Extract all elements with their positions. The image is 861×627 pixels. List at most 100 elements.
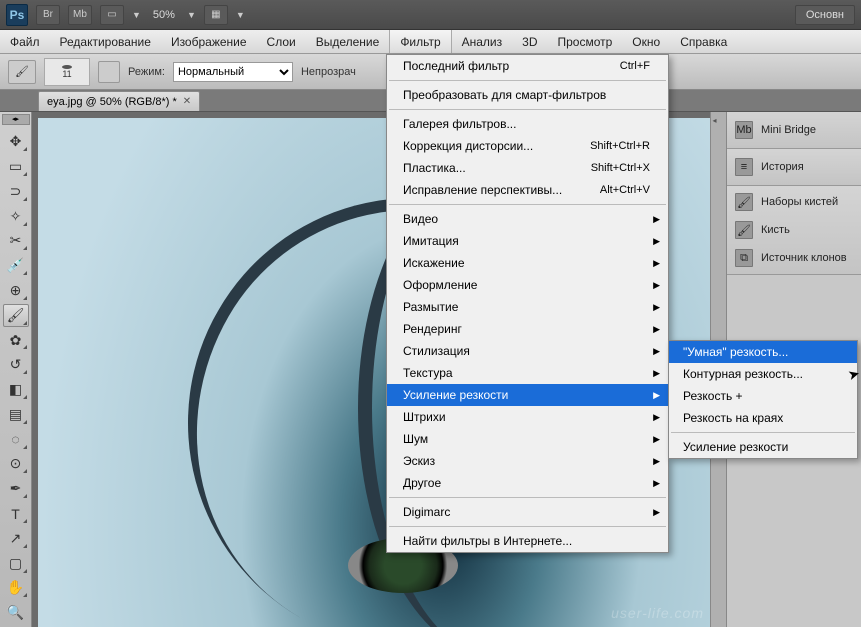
menu-lens-correction[interactable]: Коррекция дисторсии... Shift+Ctrl+R [387, 135, 668, 157]
shape-tool[interactable]: ▢ [3, 552, 29, 575]
eyedropper-tool[interactable]: 💉 [3, 254, 29, 277]
menu-filter-gallery[interactable]: Галерея фильтров... [387, 113, 668, 135]
wand-tool[interactable]: ✧ [3, 205, 29, 228]
blur-tool[interactable]: ◌ [3, 428, 29, 451]
submenu-sharpen-more[interactable]: Резкость + [669, 385, 857, 407]
menu-item-label: "Умная" резкость... [683, 345, 788, 359]
type-tool[interactable]: T [3, 502, 29, 525]
brush-presets-icon: 🖌 [735, 193, 753, 211]
crop-tool[interactable]: ✂ [3, 230, 29, 253]
stamp-tool[interactable]: ✿ [3, 329, 29, 352]
panel-expand-icon[interactable]: ◂ [713, 116, 725, 128]
menu-window[interactable]: Окно [622, 30, 670, 53]
menu-layer[interactable]: Слои [257, 30, 306, 53]
menu-sharpen[interactable]: Усиление резкости▶ [387, 384, 668, 406]
panel-brush-presets[interactable]: 🖌 Наборы кистей [727, 188, 861, 216]
move-tool[interactable]: ✥ [3, 130, 29, 153]
menu-edit[interactable]: Редактирование [50, 30, 161, 53]
gradient-tool[interactable]: ▤ [3, 403, 29, 426]
eraser-tool[interactable]: ◧ [3, 378, 29, 401]
healing-tool[interactable]: ⊕ [3, 279, 29, 302]
menu-render[interactable]: Рендеринг▶ [387, 318, 668, 340]
menu-last-filter[interactable]: Последний фильтр Ctrl+F [387, 55, 668, 77]
path-tool[interactable]: ↗ [3, 527, 29, 550]
zoom-level[interactable]: 50% [149, 9, 179, 21]
history-brush-tool[interactable]: ↺ [3, 353, 29, 376]
menu-artistic[interactable]: Имитация▶ [387, 230, 668, 252]
submenu-arrow-icon: ▶ [653, 390, 660, 401]
menu-filter[interactable]: Фильтр [389, 30, 451, 53]
menu-view[interactable]: Просмотр [547, 30, 622, 53]
menu-separator [671, 432, 855, 433]
submenu-arrow-icon: ▶ [653, 258, 660, 269]
menu-file[interactable]: Файл [0, 30, 50, 53]
submenu-arrow-icon: ▶ [653, 478, 660, 489]
panel-history[interactable]: ≡ История [727, 151, 861, 183]
bridge-button[interactable]: Br [36, 5, 60, 25]
hand-tool[interactable]: ✋ [3, 577, 29, 600]
menu-item-label: Оформление [403, 278, 477, 292]
blend-mode-select[interactable]: Нормальный [173, 62, 293, 82]
menu-image[interactable]: Изображение [161, 30, 257, 53]
panel-brush[interactable]: 🖌 Кисть [727, 216, 861, 244]
menu-browse-filters-inet[interactable]: Найти фильтры в Интернете... [387, 530, 668, 552]
submenu-unsharp-mask[interactable]: Контурная резкость... [669, 363, 857, 385]
menu-distort[interactable]: Искажение▶ [387, 252, 668, 274]
panel-minibridge[interactable]: Mb Mini Bridge [727, 114, 861, 146]
clone-source-icon: ⧉ [735, 249, 753, 267]
menu-item-label: Галерея фильтров... [403, 117, 516, 131]
menu-other[interactable]: Другое▶ [387, 472, 668, 494]
toolbox-toggle[interactable]: ◂▸ [2, 114, 30, 125]
menu-stylize[interactable]: Стилизация▶ [387, 340, 668, 362]
document-tab[interactable]: eya.jpg @ 50% (RGB/8*) * ✕ [38, 91, 200, 111]
menu-noise[interactable]: Шум▶ [387, 428, 668, 450]
menu-vanishing-point[interactable]: Исправление перспективы... Alt+Ctrl+V [387, 179, 668, 201]
menu-pixelate[interactable]: Оформление▶ [387, 274, 668, 296]
opacity-label: Непрозрач [301, 66, 356, 78]
submenu-smart-sharpen[interactable]: "Умная" резкость... [669, 341, 857, 363]
menu-select[interactable]: Выделение [306, 30, 390, 53]
lasso-tool[interactable]: ⊃ [3, 180, 29, 203]
menu-separator [389, 526, 666, 527]
menu-help[interactable]: Справка [670, 30, 737, 53]
brush-preset-picker[interactable]: 11 [44, 58, 90, 86]
menu-convert-smart[interactable]: Преобразовать для смарт-фильтров [387, 84, 668, 106]
ps-logo-icon[interactable]: Ps [6, 4, 28, 26]
watermark: user-life.com [611, 605, 704, 621]
menu-video[interactable]: Видео▶ [387, 208, 668, 230]
extras-arrow-icon[interactable]: ▼ [236, 10, 245, 20]
menu-item-label: Найти фильтры в Интернете... [403, 534, 572, 548]
menu-digimarc[interactable]: Digimarc▶ [387, 501, 668, 523]
menu-liquify[interactable]: Пластика... Shift+Ctrl+X [387, 157, 668, 179]
menu-texture[interactable]: Текстура▶ [387, 362, 668, 384]
dodge-tool[interactable]: ⊙ [3, 453, 29, 476]
menu-sketch[interactable]: Эскиз▶ [387, 450, 668, 472]
workspace-switcher[interactable]: Основн [795, 5, 855, 25]
submenu-sharpen-edges[interactable]: Резкость на краях [669, 407, 857, 429]
pen-tool[interactable]: ✒ [3, 477, 29, 500]
dropdown-arrow-icon[interactable]: ▼ [132, 10, 141, 20]
view-extras-button[interactable]: ▦ [204, 5, 228, 25]
panel-label: Наборы кистей [761, 196, 838, 208]
brush-tool[interactable]: 🖌 [3, 304, 29, 327]
menu-item-label: Резкость на краях [683, 411, 783, 425]
screen-mode-button[interactable]: ▭ [100, 5, 124, 25]
marquee-tool[interactable]: ▭ [3, 155, 29, 178]
menu-item-label: Текстура [403, 366, 453, 380]
submenu-sharpen[interactable]: Усиление резкости [669, 436, 857, 458]
menu-3d[interactable]: 3D [512, 30, 547, 53]
tool-preset-icon[interactable]: 🖌 [8, 60, 36, 84]
brush-panel-toggle[interactable] [98, 61, 120, 83]
menu-analysis[interactable]: Анализ [452, 30, 513, 53]
panel-clone-source[interactable]: ⧉ Источник клонов [727, 244, 861, 272]
panel-label: История [761, 161, 804, 173]
menu-item-label: Исправление перспективы... [403, 183, 562, 197]
zoom-tool[interactable]: 🔍 [3, 601, 29, 624]
zoom-arrow-icon[interactable]: ▼ [187, 10, 196, 20]
close-icon[interactable]: ✕ [183, 96, 191, 107]
menu-brush-strokes[interactable]: Штрихи▶ [387, 406, 668, 428]
minibridge-button[interactable]: Mb [68, 5, 92, 25]
submenu-arrow-icon: ▶ [653, 507, 660, 518]
menu-blur[interactable]: Размытие▶ [387, 296, 668, 318]
submenu-arrow-icon: ▶ [653, 434, 660, 445]
